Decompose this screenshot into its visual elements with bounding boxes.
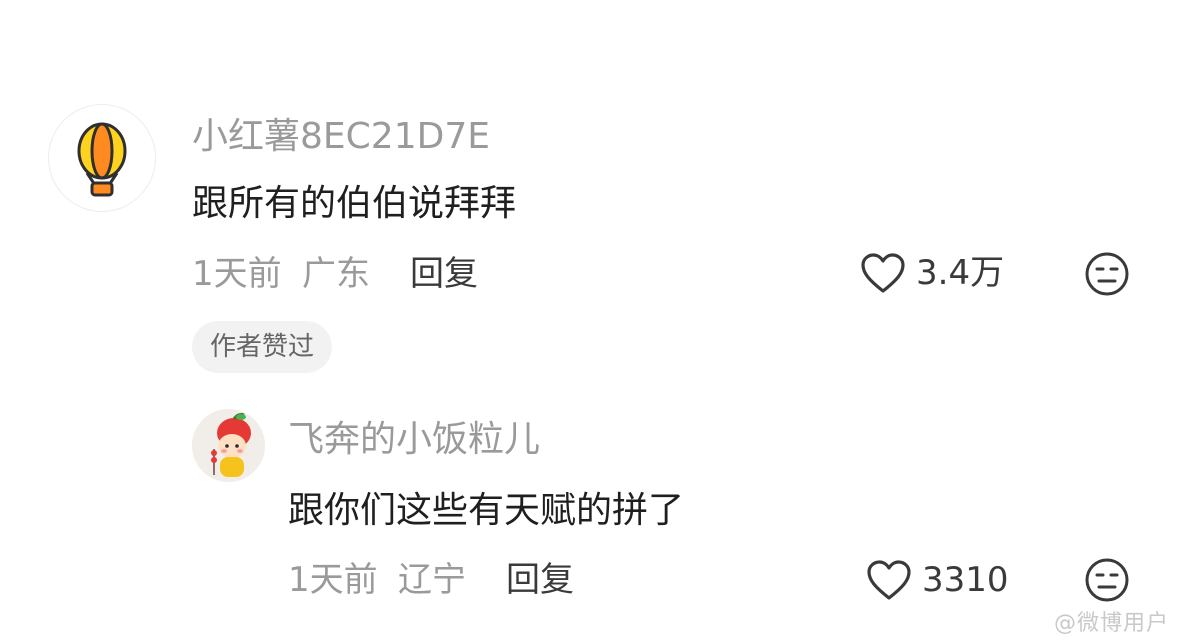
watermark: @微博用户: [1053, 611, 1169, 636]
like-count: 3.4万: [916, 253, 1005, 293]
hot-air-balloon-icon: [77, 122, 127, 197]
unamused-face-icon: [1085, 558, 1129, 602]
replier-avatar[interactable]: [192, 409, 265, 482]
reply-reply-button[interactable]: 回复: [506, 559, 574, 601]
comment-time: 1天前: [192, 254, 282, 294]
author-liked-badge: 作者赞过: [192, 321, 333, 373]
replier-username[interactable]: 飞奔的小饭粒儿: [288, 418, 540, 462]
unamused-face-icon: [1085, 252, 1129, 296]
heart-icon: [861, 253, 905, 293]
reply-like-count: 3310: [922, 560, 1009, 600]
reply-time: 1天前: [288, 560, 378, 600]
comment-text: 跟所有的伯伯说拜拜: [192, 183, 517, 224]
cartoon-doll-avatar: [192, 409, 265, 482]
reply-button[interactable]: 回复: [410, 253, 478, 295]
commenter-username[interactable]: 小红薯8EC21D7E: [192, 115, 490, 159]
reply-location: 辽宁: [398, 560, 466, 600]
commenter-avatar[interactable]: [48, 104, 156, 212]
heart-icon: [867, 560, 911, 600]
like-button[interactable]: 3.4万: [860, 252, 1004, 294]
dislike-button[interactable]: [1084, 251, 1130, 301]
reply-like-button[interactable]: 3310: [866, 559, 1009, 601]
comment-location: 广东: [302, 254, 370, 294]
reply-dislike-button[interactable]: [1084, 557, 1130, 607]
reply-text: 跟你们这些有天赋的拼了: [288, 490, 685, 531]
